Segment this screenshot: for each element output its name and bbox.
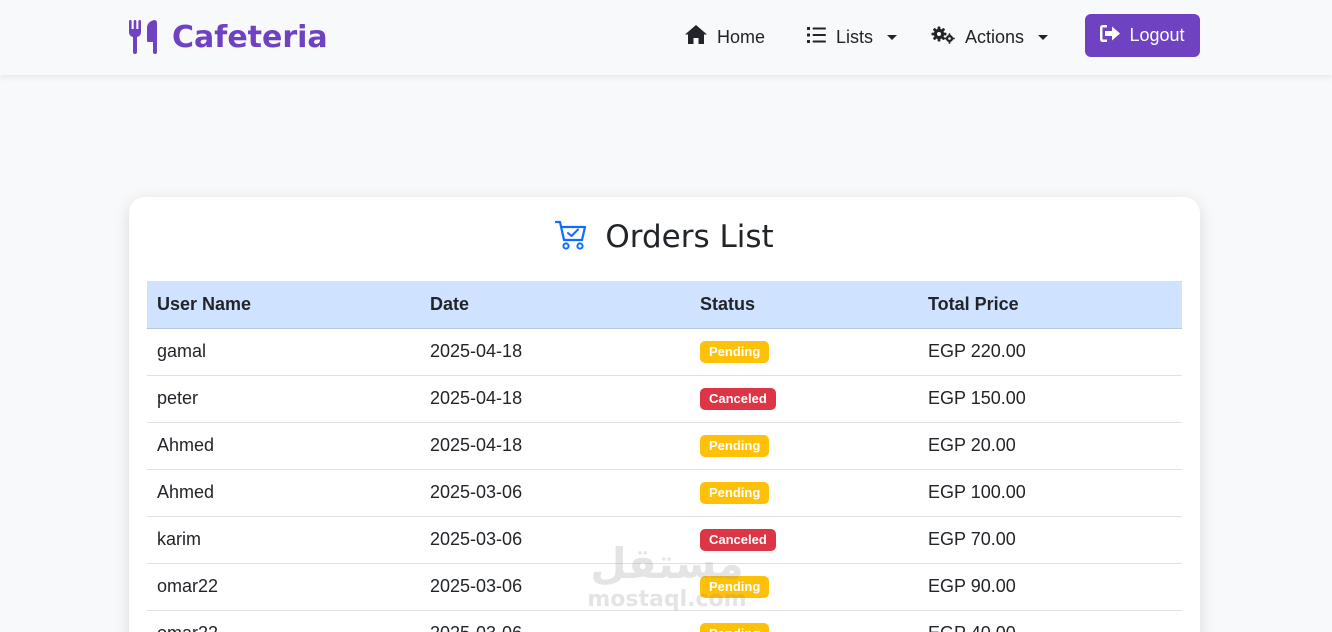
utensils-icon	[128, 20, 158, 54]
table-row: omar22 2025-03-06 Pending EGP 90.00	[147, 563, 1182, 611]
home-icon	[685, 25, 707, 49]
date-cell: 2025-03-06	[420, 610, 690, 632]
orders-table: User Name Date Status Total Price gamal 2…	[147, 281, 1182, 632]
user-cell: omar22	[147, 563, 420, 611]
logout-label: Logout	[1129, 25, 1185, 45]
table-row: Ahmed 2025-04-18 Pending EGP 20.00	[147, 422, 1182, 470]
total-cell: EGP 150.00	[918, 375, 1182, 423]
date-cell: 2025-03-06	[420, 516, 690, 564]
total-cell: EGP 220.00	[918, 328, 1182, 376]
table-header-row: User Name Date Status Total Price	[147, 281, 1182, 329]
status-cell: Canceled	[690, 516, 918, 564]
total-cell: EGP 70.00	[918, 516, 1182, 564]
table-row: peter 2025-04-18 Canceled EGP 150.00	[147, 375, 1182, 423]
nav-home[interactable]: Home	[685, 22, 765, 52]
total-cell: EGP 90.00	[918, 563, 1182, 611]
brand-link[interactable]: Cafeteria	[128, 18, 328, 56]
list-icon	[807, 26, 826, 48]
user-cell: Ahmed	[147, 469, 420, 517]
user-cell: omar22	[147, 610, 420, 632]
user-cell: gamal	[147, 328, 420, 376]
status-cell: Pending	[690, 469, 918, 517]
nav-lists-label: Lists	[836, 26, 874, 47]
status-cell: Pending	[690, 422, 918, 470]
date-cell: 2025-04-18	[420, 422, 690, 470]
total-cell: EGP 100.00	[918, 469, 1182, 517]
status-cell: Pending	[690, 328, 918, 376]
chevron-down-icon	[887, 34, 898, 40]
column-header-user: User Name	[147, 281, 420, 329]
status-badge: Canceled	[700, 388, 776, 410]
user-cell: peter	[147, 375, 420, 423]
status-cell: Pending	[690, 563, 918, 611]
brand-name: Cafeteria	[172, 19, 328, 55]
page-title: Orders List	[605, 219, 774, 255]
nav-lists-dropdown[interactable]: Lists	[807, 22, 898, 52]
navbar: Cafeteria Home Lists Actions Logout	[0, 0, 1332, 75]
table-row: Ahmed 2025-03-06 Pending EGP 100.00	[147, 469, 1182, 517]
column-header-date: Date	[420, 281, 690, 329]
total-cell: EGP 40.00	[918, 610, 1182, 632]
status-badge: Pending	[700, 623, 770, 632]
nav-home-label: Home	[717, 26, 766, 47]
date-cell: 2025-03-06	[420, 469, 690, 517]
user-cell: Ahmed	[147, 422, 420, 470]
status-badge: Pending	[700, 576, 770, 598]
status-badge: Pending	[700, 482, 770, 504]
cart-check-icon	[555, 220, 587, 255]
orders-card: Orders List User Name Date Status Total …	[129, 197, 1200, 632]
table-row: omar222025-03-06 Pending EGP 40.00	[147, 610, 1182, 632]
status-cell: Canceled	[690, 375, 918, 423]
total-cell: EGP 20.00	[918, 422, 1182, 470]
column-header-total: Total Price	[918, 281, 1182, 329]
logout-button[interactable]: Logout	[1085, 14, 1200, 57]
user-cell: karim	[147, 516, 420, 564]
orders-title-row: Orders List	[129, 215, 1200, 259]
date-cell: 2025-03-06	[420, 563, 690, 611]
chevron-down-icon	[1038, 34, 1049, 40]
orders-table-body: gamal 2025-04-18 Pending EGP 220.00 peter 202…	[147, 328, 1182, 632]
column-header-status: Status	[690, 281, 918, 329]
sign-out-icon	[1100, 24, 1121, 47]
status-badge: Pending	[700, 435, 770, 457]
gears-icon	[931, 26, 955, 49]
date-cell: 2025-04-18	[420, 375, 690, 423]
date-cell: 2025-04-18	[420, 328, 690, 376]
status-cell: Pending	[690, 610, 918, 632]
status-badge: Canceled	[700, 529, 776, 551]
status-badge: Pending	[700, 341, 770, 363]
nav-actions-label: Actions	[965, 26, 1025, 47]
table-row: karim 2025-03-06 Canceled EGP 70.00	[147, 516, 1182, 564]
nav-actions-dropdown[interactable]: Actions	[931, 22, 1049, 52]
table-row: gamal 2025-04-18 Pending EGP 220.00	[147, 328, 1182, 376]
